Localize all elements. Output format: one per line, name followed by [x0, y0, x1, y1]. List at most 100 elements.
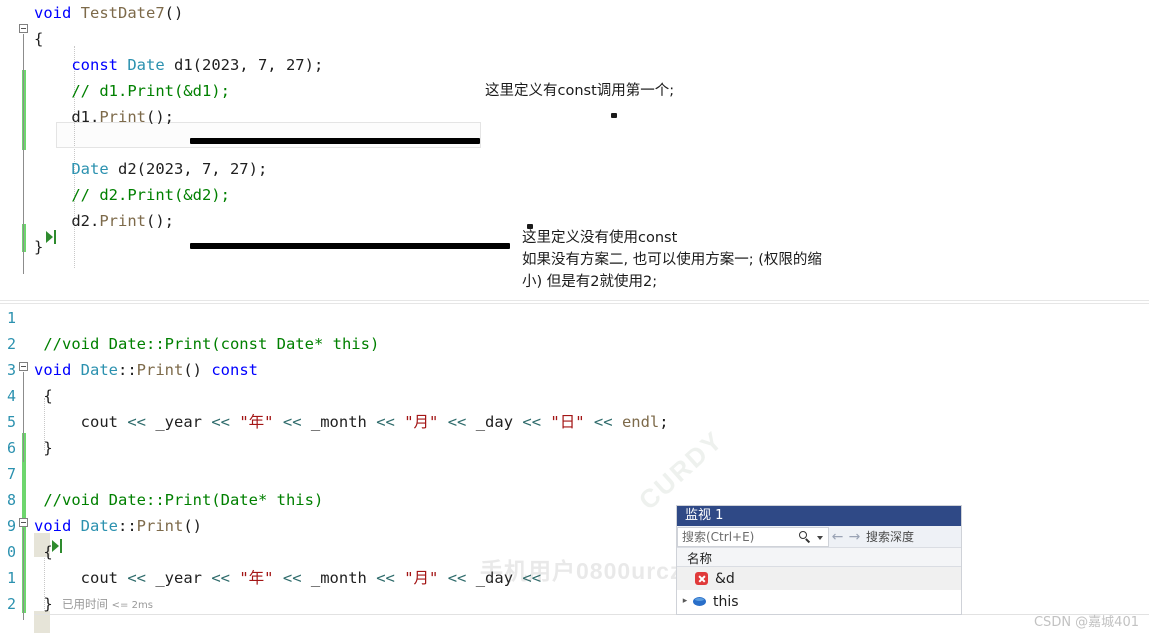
fold-scope-line: [23, 34, 24, 274]
code-token: ::: [118, 361, 137, 379]
code-line[interactable]: //void Date::Print(Date* this): [34, 487, 1149, 513]
watch-row-d[interactable]: &d: [677, 567, 961, 590]
code-token: const: [211, 361, 259, 379]
code-token: "月": [404, 413, 439, 431]
watch-expression-name[interactable]: &d: [708, 571, 735, 587]
error-icon: [695, 572, 708, 585]
fold-column-top[interactable]: [18, 0, 34, 300]
watch-row-this[interactable]: ▸ this: [677, 590, 961, 613]
pane-separator: [0, 300, 1149, 301]
code-line[interactable]: {: [34, 539, 1149, 565]
code-token: d1.: [34, 108, 100, 126]
code-token: d2(2023, 7, 27);: [108, 160, 268, 178]
code-line[interactable]: [34, 461, 1149, 487]
elapsed-underline: [34, 614, 1149, 615]
code-token: <<: [593, 413, 613, 431]
code-token: cout: [34, 413, 128, 431]
ink-dot: [611, 113, 617, 118]
fold-toggle-icon[interactable]: [19, 362, 28, 371]
watch-expression-name[interactable]: this: [706, 594, 739, 610]
search-back-button[interactable]: ←: [829, 527, 846, 547]
code-token: Date: [80, 361, 118, 379]
search-depth-label[interactable]: 搜索深度: [863, 528, 914, 545]
code-line[interactable]: Date d2(2023, 7, 27);: [34, 156, 1149, 182]
code-line[interactable]: const Date d1(2023, 7, 27);: [34, 52, 1149, 78]
watch-tool-window[interactable]: 监视 1 搜索(Ctrl+E) ← → 搜索深度 名称 &d ▸ this: [676, 505, 962, 615]
csdn-attribution: CSDN @嘉城401: [1033, 615, 1139, 630]
code-token: _year: [146, 569, 212, 587]
fold-column-bottom[interactable]: [18, 305, 34, 623]
code-token: <<: [282, 569, 302, 587]
elapsed-time-label: 已用时间: [62, 597, 108, 611]
code-token: {: [34, 387, 53, 405]
code-line[interactable]: cout << _year << "年" << _month << "月" <<…: [34, 565, 1149, 591]
code-token: <<: [127, 413, 146, 431]
code-token: cout: [34, 569, 128, 587]
search-icon[interactable]: [799, 530, 812, 544]
code-token: ();: [146, 108, 174, 126]
watch-window-title: 监视 1: [677, 506, 961, 526]
code-editor-bottom-pane[interactable]: 123456789012 //void Date::Print(const Da…: [0, 305, 1149, 633]
code-line[interactable]: //void Date::Print(const Date* this): [34, 331, 1149, 357]
code-token: _day: [466, 413, 523, 431]
code-line[interactable]: void Date::Print(): [34, 513, 1149, 539]
code-line[interactable]: // d2.Print(&d2);: [34, 182, 1149, 208]
chevron-down-icon[interactable]: [817, 535, 823, 540]
code-line[interactable]: cout << _year << "年" << _month << "月" <<…: [34, 409, 1149, 435]
code-token: {: [34, 543, 53, 561]
code-token: "月": [404, 569, 439, 587]
code-token: void: [34, 361, 81, 379]
code-token: <<: [211, 413, 230, 431]
fold-toggle-icon[interactable]: [19, 518, 28, 527]
code-token: const: [71, 56, 128, 74]
code-token: _year: [146, 413, 212, 431]
watch-column-header[interactable]: 名称: [677, 548, 961, 567]
search-forward-button[interactable]: →: [846, 527, 863, 547]
code-token: }: [34, 595, 53, 613]
line-number: 7: [6, 465, 16, 483]
code-line[interactable]: {: [34, 383, 1149, 409]
line-number: 1: [6, 569, 16, 587]
annotation-note-1: 这里定义有const调用第一个;: [485, 83, 675, 99]
fold-toggle-icon[interactable]: [19, 24, 28, 33]
code-token: Print: [136, 361, 184, 379]
code-line[interactable]: }: [34, 435, 1149, 461]
code-token: Print: [136, 517, 184, 535]
code-token: <<: [522, 413, 542, 431]
code-token: "年": [239, 569, 274, 587]
redaction-stroke: [190, 243, 510, 249]
code-token: _day: [466, 569, 523, 587]
code-token: void: [34, 517, 81, 535]
expand-triangle-icon[interactable]: ▸: [677, 590, 693, 613]
line-number: 4: [6, 387, 16, 405]
code-line[interactable]: {: [34, 26, 1149, 52]
code-token: // d2.Print(&d2);: [34, 186, 230, 204]
code-line[interactable]: d1.Print();: [34, 104, 1149, 130]
elapsed-time-value: <= 2ms: [111, 600, 153, 611]
code-token: Print: [99, 212, 146, 230]
code-line[interactable]: [34, 305, 1149, 331]
code-token: <<: [127, 569, 146, 587]
fold-scope-line: [23, 528, 24, 620]
code-token: {: [34, 30, 44, 48]
code-text-bottom[interactable]: //void Date::Print(const Date* this) void…: [34, 305, 1149, 623]
code-token: }: [34, 439, 53, 457]
code-token: d1(2023, 7, 27);: [164, 56, 324, 74]
code-line[interactable]: void Date::Print() const: [34, 357, 1149, 383]
code-token: _month: [301, 413, 377, 431]
watch-toolbar[interactable]: 搜索(Ctrl+E) ← → 搜索深度: [677, 526, 961, 548]
code-token: TestDate7: [80, 4, 165, 22]
code-token: (): [183, 517, 203, 535]
code-line[interactable]: void TestDate7(): [34, 0, 1149, 26]
watch-search-input[interactable]: 搜索(Ctrl+E): [677, 526, 829, 547]
